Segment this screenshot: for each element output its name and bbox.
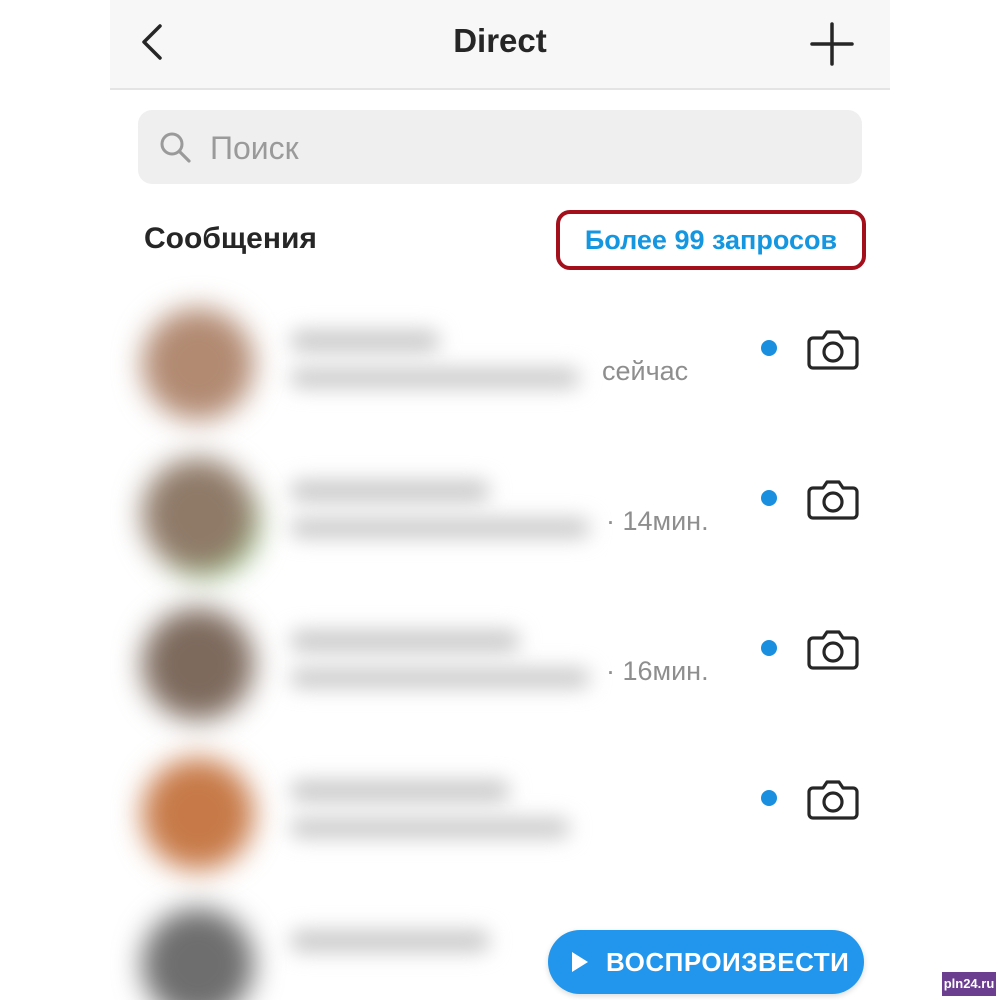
camera-icon bbox=[807, 480, 859, 520]
top-bar: Direct bbox=[110, 0, 890, 90]
search-bar[interactable] bbox=[138, 110, 862, 184]
play-icon bbox=[572, 952, 588, 972]
blurred-preview bbox=[290, 668, 590, 688]
thread-row[interactable]: сейчас bbox=[110, 290, 890, 440]
new-message-button[interactable] bbox=[808, 20, 856, 68]
watermark: pln24.ru bbox=[942, 972, 996, 996]
avatar bbox=[142, 758, 254, 870]
thread-row[interactable] bbox=[110, 740, 890, 890]
camera-button[interactable] bbox=[807, 622, 859, 674]
play-button[interactable]: ВОСПРОИЗВЕСТИ bbox=[548, 930, 864, 994]
thread-row[interactable]: · 16мин. bbox=[110, 590, 890, 740]
unread-dot bbox=[761, 490, 777, 506]
camera-icon bbox=[807, 330, 859, 370]
requests-link-highlight[interactable]: Более 99 запросов bbox=[556, 210, 866, 270]
blurred-username bbox=[290, 480, 490, 502]
avatar bbox=[142, 908, 254, 1000]
blurred-username bbox=[290, 780, 510, 802]
thread-time: сейчас bbox=[602, 356, 689, 386]
thread-time: · 16мин. bbox=[606, 656, 709, 686]
unread-dot bbox=[761, 340, 777, 356]
camera-button[interactable] bbox=[807, 322, 859, 374]
search-icon bbox=[160, 132, 191, 163]
camera-button[interactable] bbox=[807, 772, 859, 824]
plus-icon bbox=[810, 22, 854, 66]
camera-icon bbox=[807, 780, 859, 820]
blurred-username bbox=[290, 630, 520, 652]
unread-dot bbox=[761, 790, 777, 806]
camera-icon bbox=[807, 630, 859, 670]
blurred-username bbox=[290, 930, 490, 952]
page-title: Direct bbox=[453, 22, 547, 59]
messages-section-title: Сообщения bbox=[144, 222, 317, 255]
avatar bbox=[142, 458, 254, 570]
camera-button[interactable] bbox=[807, 472, 859, 524]
thread-time: · 14мин. bbox=[606, 506, 709, 536]
avatar bbox=[142, 308, 254, 420]
blurred-preview bbox=[290, 518, 590, 538]
blurred-username bbox=[290, 330, 440, 352]
unread-dot bbox=[761, 640, 777, 656]
search-input[interactable] bbox=[208, 122, 832, 174]
direct-screen: Direct Сообщения Более 99 запросов сейча… bbox=[110, 0, 890, 1000]
thread-row[interactable]: · 14мин. bbox=[110, 440, 890, 590]
blurred-preview bbox=[290, 368, 580, 388]
avatar bbox=[142, 608, 254, 720]
play-button-label: ВОСПРОИЗВЕСТИ bbox=[606, 947, 850, 977]
blurred-preview bbox=[290, 818, 570, 838]
requests-link[interactable]: Более 99 запросов bbox=[560, 225, 862, 256]
